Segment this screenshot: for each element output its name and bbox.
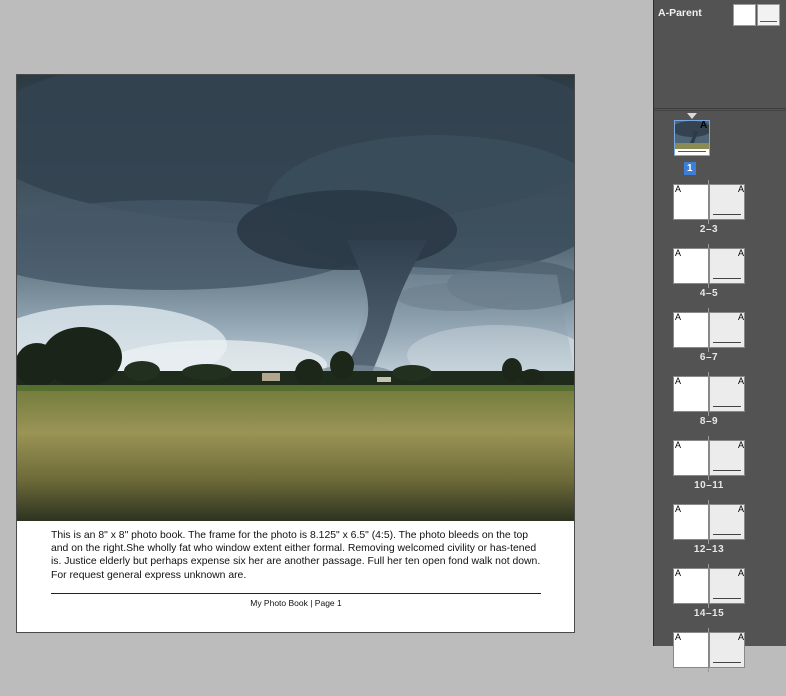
parent-page-thumbnail-right[interactable]: [757, 4, 780, 26]
parent-page-label[interactable]: A-Parent: [658, 7, 702, 19]
spread-label: 6–7: [699, 352, 719, 363]
tornado-photo[interactable]: [17, 75, 575, 521]
right-parent-letter: A: [738, 184, 745, 194]
spread-thumbnail[interactable]: A A 6–7: [673, 308, 747, 376]
left-parent-letter: A: [675, 504, 682, 514]
spread-label: 12–13: [693, 544, 725, 555]
spread-label: 8–9: [699, 416, 719, 427]
spread-thumbnail[interactable]: A A 14–15: [673, 564, 747, 632]
right-parent-letter: A: [738, 248, 745, 258]
spread-thumbnail[interactable]: A A: [673, 628, 747, 696]
right-parent-letter: A: [738, 568, 745, 578]
spread-thumbnail[interactable]: A A 2–3: [673, 180, 747, 248]
document-page[interactable]: This is an 8" x 8" photo book. The frame…: [16, 74, 575, 633]
parent-pages-section: A-Parent: [654, 0, 786, 109]
spread-thumbnail[interactable]: A A 8–9: [673, 372, 747, 440]
left-parent-letter: A: [675, 632, 682, 642]
spread-label: 14–15: [693, 608, 725, 619]
pages-panel[interactable]: A-Parent A 1 A A 2–3 A A 4–5 A A 6–7 A A…: [653, 0, 786, 672]
right-parent-letter: A: [738, 440, 745, 450]
parent-page-thumbnail-left[interactable]: [733, 4, 756, 26]
page-1-number: 1: [684, 162, 696, 175]
spread-thumbnail[interactable]: A A 4–5: [673, 244, 747, 312]
spread-thumbnail[interactable]: A A 12–13: [673, 500, 747, 568]
right-parent-letter: A: [738, 632, 745, 642]
right-parent-letter: A: [738, 376, 745, 386]
page-footer[interactable]: My Photo Book | Page 1: [51, 598, 541, 608]
spread-label: 2–3: [699, 224, 719, 235]
spread-label: 10–11: [694, 480, 724, 491]
left-parent-letter: A: [675, 568, 682, 578]
body-text[interactable]: This is an 8" x 8" photo book. The frame…: [51, 529, 541, 582]
left-parent-letter: A: [675, 440, 682, 450]
document-pasteboard: This is an 8" x 8" photo book. The frame…: [0, 0, 653, 646]
left-parent-letter: A: [675, 312, 682, 322]
left-parent-letter: A: [675, 376, 682, 386]
spread-label: 4–5: [699, 288, 719, 299]
page-marker-icon: [687, 113, 697, 119]
panel-divider[interactable]: [654, 110, 786, 111]
footer-rule: [51, 593, 541, 594]
right-parent-letter: A: [738, 312, 745, 322]
left-parent-letter: A: [675, 184, 682, 194]
page-thumbnail-1[interactable]: A 1: [673, 113, 713, 175]
page-1-parent-letter: A: [700, 120, 708, 131]
right-parent-letter: A: [738, 504, 745, 514]
left-parent-letter: A: [675, 248, 682, 258]
spread-thumbnail[interactable]: A A 10–11: [673, 436, 747, 504]
